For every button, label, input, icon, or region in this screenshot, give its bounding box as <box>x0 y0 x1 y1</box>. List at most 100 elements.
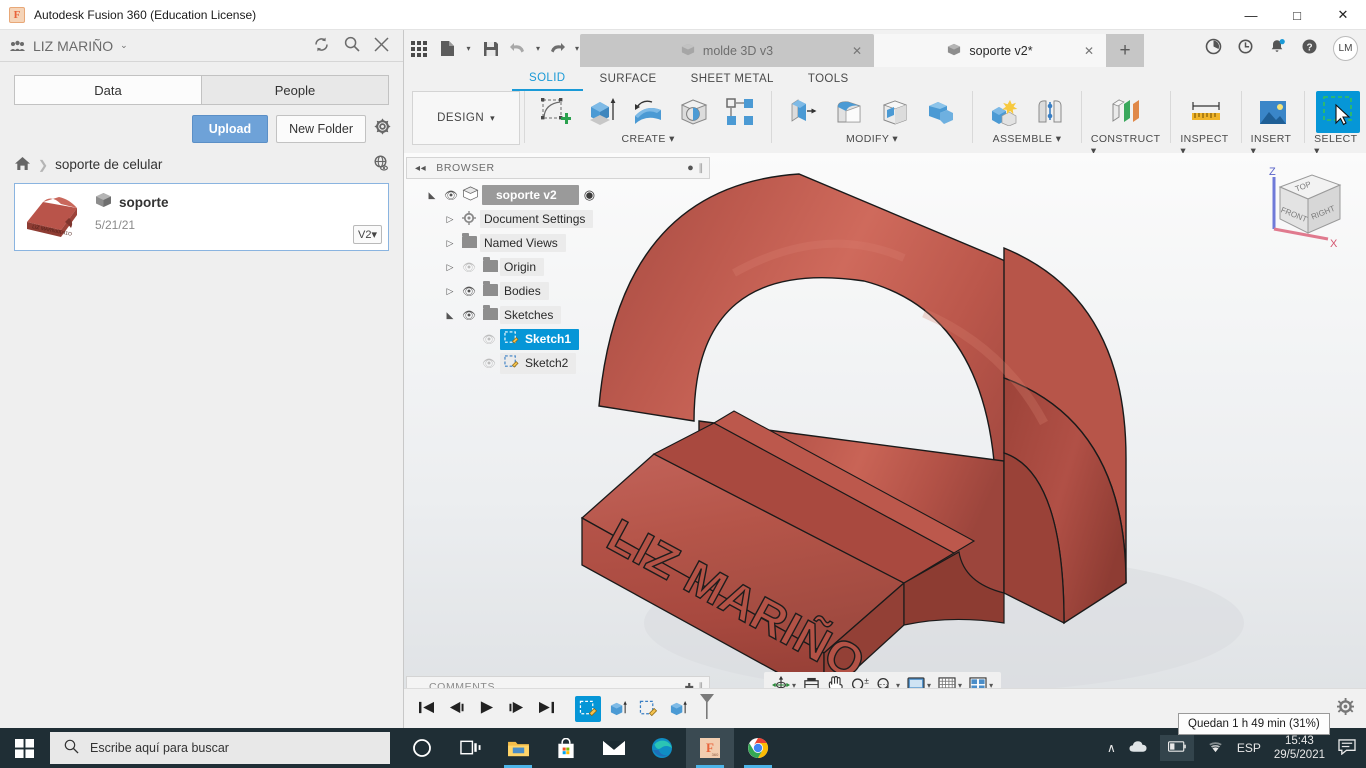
show-hidden-icons-chevron[interactable]: ∧ <box>1107 741 1116 755</box>
visibility-eye-icon[interactable]: 👁 <box>440 189 462 202</box>
google-chrome-icon[interactable] <box>734 728 782 768</box>
wifi-icon[interactable] <box>1207 740 1224 756</box>
workspace-selector[interactable]: DESIGN ▾ <box>412 91 521 145</box>
battery-icon[interactable] <box>1159 735 1194 761</box>
resize-grip-icon[interactable]: ∥ <box>698 163 704 174</box>
expand-triangle-icon[interactable]: ▷ <box>442 214 458 225</box>
timeline-feature-sketch2[interactable] <box>635 696 661 722</box>
press-pull-icon[interactable] <box>781 91 825 133</box>
minimize-dot-icon[interactable]: ● <box>687 162 694 174</box>
document-tab-molde-3d-v3[interactable]: molde 3D v3 ✕ <box>580 34 874 67</box>
ribbon-group-label[interactable]: CREATE <box>622 133 666 145</box>
step-forward-icon[interactable] <box>508 700 525 718</box>
sphere-icon[interactable] <box>672 91 716 133</box>
ribbon-tab-solid[interactable]: SOLID <box>512 67 583 91</box>
tree-node-origin[interactable]: ▷ 👁 Origin <box>406 255 710 279</box>
timeline-feature-extrude1[interactable] <box>605 696 631 722</box>
microsoft-edge-icon[interactable] <box>638 728 686 768</box>
fusion-360-icon[interactable]: F 360 <box>686 728 734 768</box>
step-back-icon[interactable] <box>448 700 465 718</box>
globe-icon[interactable] <box>373 155 389 174</box>
file-explorer-icon[interactable] <box>494 728 542 768</box>
create-sketch-icon[interactable] <box>534 91 578 133</box>
visibility-eye-icon[interactable]: 👁 <box>458 285 480 298</box>
windows-start-icon[interactable] <box>0 728 48 768</box>
chevron-down-icon[interactable]: ▾ <box>1056 133 1062 145</box>
home-icon[interactable] <box>14 156 31 174</box>
search-input[interactable]: Escribe aquí para buscar <box>50 732 390 764</box>
version-badge[interactable]: V2▾ <box>353 225 382 244</box>
viewport-3d[interactable]: LIZ MARIÑO ◂◂ BROWSER ● ∥ ◣ 👁 soporte v2… <box>404 153 1366 705</box>
insert-image-icon[interactable] <box>1251 91 1295 133</box>
breadcrumb-path[interactable]: soporte de celular <box>55 157 162 172</box>
maximize-button[interactable]: □ <box>1274 0 1320 30</box>
tree-node-sketch1[interactable]: 👁 Sketch1 <box>406 327 710 351</box>
undo-caret[interactable]: ▾ <box>530 30 545 67</box>
expand-triangle-icon[interactable]: ◣ <box>424 190 440 201</box>
activate-component-radio[interactable]: ◉ <box>584 187 595 203</box>
visibility-eye-icon[interactable]: 👁 <box>458 309 480 322</box>
close-button[interactable]: ✕ <box>1320 0 1366 30</box>
refresh-icon[interactable] <box>313 36 330 56</box>
ribbon-tab-surface[interactable]: SURFACE <box>583 67 674 91</box>
ribbon-tab-sheet-metal[interactable]: SHEET METAL <box>674 67 791 91</box>
save-icon[interactable] <box>476 30 506 67</box>
minimize-button[interactable]: — <box>1228 0 1274 30</box>
notifications-bell-icon[interactable] <box>1269 38 1286 59</box>
redo-icon[interactable] <box>545 30 569 67</box>
visibility-eye-off-icon[interactable]: 👁 <box>458 261 480 274</box>
tree-node-sketch2[interactable]: 👁 Sketch2 <box>406 351 710 375</box>
tree-node-named-views[interactable]: ▷ Named Views <box>406 231 710 255</box>
close-icon[interactable]: ✕ <box>852 44 862 58</box>
mail-icon[interactable] <box>590 728 638 768</box>
new-tab-button[interactable]: + <box>1106 34 1144 67</box>
ribbon-group-label[interactable]: INSERT <box>1251 133 1292 145</box>
new-document-caret[interactable]: ▾ <box>460 30 476 67</box>
revolve-icon[interactable] <box>626 91 670 133</box>
chevron-down-icon[interactable]: ▾ <box>892 133 898 145</box>
search-icon[interactable] <box>344 36 360 55</box>
app-grid-icon[interactable] <box>404 30 434 67</box>
offset-plane-icon[interactable] <box>1104 91 1148 133</box>
expand-triangle-icon[interactable]: ▷ <box>442 286 458 297</box>
select-window-icon[interactable] <box>1315 91 1360 133</box>
tab-people[interactable]: People <box>201 75 389 105</box>
tree-node-sketches[interactable]: ◣ 👁 Sketches <box>406 303 710 327</box>
timeline-feature-sketch1[interactable] <box>575 695 601 722</box>
shell-icon[interactable] <box>873 91 917 133</box>
joint-icon[interactable] <box>1028 91 1072 133</box>
new-document-icon[interactable] <box>434 30 460 67</box>
ribbon-group-label[interactable]: CONSTRUCT <box>1091 133 1160 145</box>
timeline-feature-extrude2[interactable] <box>665 696 691 722</box>
timeline-end-marker-icon[interactable] <box>699 693 715 724</box>
extrude-icon[interactable] <box>580 91 624 133</box>
gear-icon[interactable] <box>1337 698 1354 719</box>
gear-icon[interactable] <box>374 118 391 140</box>
tree-node-document-settings[interactable]: ▷ Document Settings <box>406 207 710 231</box>
expand-triangle-icon[interactable]: ◣ <box>442 310 458 321</box>
language-indicator[interactable]: ESP <box>1237 741 1261 755</box>
chevron-down-icon[interactable]: ⌄ <box>120 40 128 51</box>
new-component-icon[interactable] <box>982 91 1026 133</box>
ribbon-tab-tools[interactable]: TOOLS <box>791 67 866 91</box>
task-view-icon[interactable] <box>446 728 494 768</box>
measure-icon[interactable] <box>1184 91 1228 133</box>
expand-triangle-icon[interactable]: ▷ <box>442 238 458 249</box>
fillet-icon[interactable] <box>827 91 871 133</box>
combine-icon[interactable] <box>919 91 963 133</box>
clock[interactable]: 15:43 29/5/2021 <box>1274 734 1325 762</box>
ribbon-group-label[interactable]: ASSEMBLE <box>993 133 1053 145</box>
action-center-icon[interactable] <box>1338 738 1356 758</box>
go-to-beginning-icon[interactable] <box>418 700 435 718</box>
tab-data[interactable]: Data <box>14 75 201 105</box>
help-icon[interactable]: ? <box>1301 38 1318 59</box>
ribbon-group-label[interactable]: MODIFY <box>846 133 889 145</box>
file-card-soporte[interactable]: LIZ MARI\u00d1O soporte 5/21/21 V2▾ <box>14 183 389 251</box>
play-icon[interactable] <box>478 700 495 718</box>
job-status-icon[interactable] <box>1205 38 1222 59</box>
microsoft-store-icon[interactable] <box>542 728 590 768</box>
close-icon[interactable]: ✕ <box>1084 44 1094 58</box>
view-cube[interactable]: Z X TOP FRONT RIGHT <box>1260 161 1356 257</box>
new-folder-button[interactable]: New Folder <box>276 115 366 143</box>
tree-node-bodies[interactable]: ▷ 👁 Bodies <box>406 279 710 303</box>
